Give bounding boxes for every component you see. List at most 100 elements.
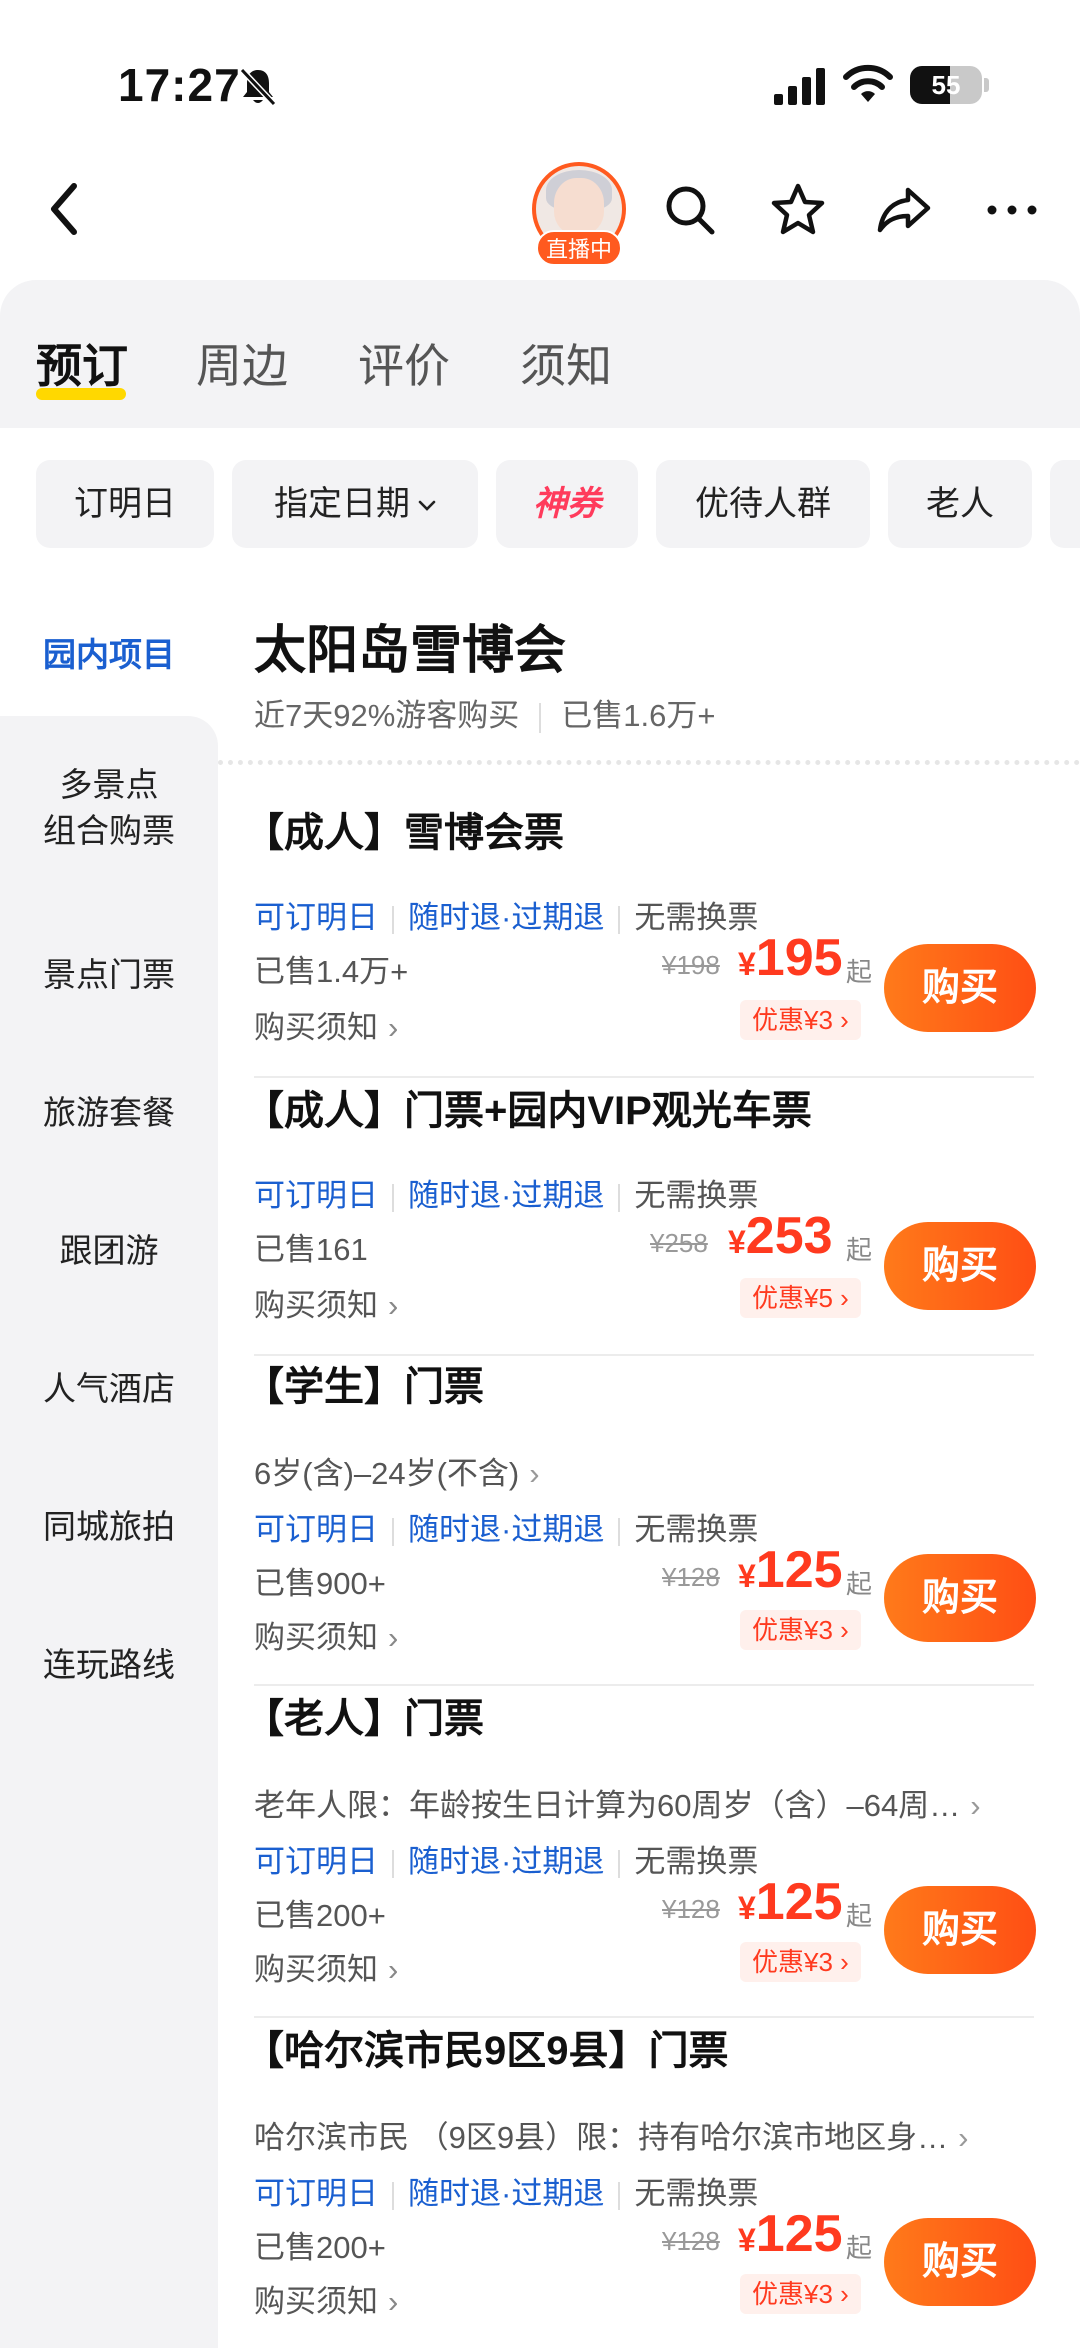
sidebar-item-routes[interactable]: 连玩路线 xyxy=(0,1642,218,1688)
main-content: 订明日 指定日期 神券 优待人群 老人 园内项目 多景点 组合购票 景点门票 旅… xyxy=(0,428,1080,2348)
purchase-notice-link[interactable]: 购买须知 › xyxy=(254,1002,398,1047)
live-badge: 直播中 xyxy=(536,230,622,266)
chevron-right-icon: › xyxy=(388,1952,399,1987)
sidebar-item-attraction-tickets[interactable]: 景点门票 xyxy=(0,952,218,998)
tag-bookable-tomorrow: 可订明日 xyxy=(254,1844,378,1879)
chevron-right-icon: › xyxy=(388,2284,399,2319)
sidebar-item-travel-packages[interactable]: 旅游套餐 xyxy=(0,1090,218,1136)
price-amount: 125 xyxy=(755,1541,843,1599)
product-card[interactable]: 【学生】门票 6岁(含)–24岁(不含) › 可订明日 随时退·过期退 无需换票 已售… xyxy=(244,1354,1036,1686)
discount-badge[interactable]: 优惠¥3 › xyxy=(740,1610,861,1650)
status-bar: 17:27 55 xyxy=(0,0,1080,150)
chevron-down-icon xyxy=(418,500,436,511)
product-title: 【学生】门票 xyxy=(244,1365,484,1409)
sidebar-item-combo-tickets[interactable]: 多景点 组合购票 xyxy=(0,762,218,854)
product-sold: 已售1.4万+ xyxy=(254,954,409,989)
product-eligibility[interactable]: 6岁(含)–24岁(不含) › xyxy=(254,1448,540,1493)
price-from-label: 起 xyxy=(846,1569,873,1599)
product-title: 【成人】门票+园内VIP观光车票 xyxy=(244,1089,812,1133)
battery-cap xyxy=(984,78,989,92)
current-price: ¥125 xyxy=(738,1540,843,1600)
chevron-right-icon: › xyxy=(970,1788,981,1823)
chevron-right-icon: › xyxy=(388,1288,399,1323)
tab-booking[interactable]: 预订 xyxy=(36,330,128,396)
chevron-right-icon: › xyxy=(958,2120,969,2155)
filter-chip-senior[interactable]: 老人 xyxy=(888,460,1032,548)
original-price: ¥198 xyxy=(662,950,720,980)
discount-badge[interactable]: 优惠¥3 › xyxy=(740,1000,861,1040)
purchase-notice-link[interactable]: 购买须知 › xyxy=(254,2276,398,2321)
tag-refund: 随时退·过期退 xyxy=(408,1844,605,1879)
search-icon[interactable] xyxy=(660,180,720,240)
product-title: 【成人】雪博会票 xyxy=(244,811,564,855)
tab-nearby[interactable]: 周边 xyxy=(196,330,288,396)
share-icon[interactable] xyxy=(874,180,934,240)
purchase-notice-link[interactable]: 购买须知 › xyxy=(254,1944,398,1989)
product-card[interactable]: 【哈尔滨市民9区9县】门票 哈尔滨市民 （9区9县）限：持有哈尔滨市地区身… › … xyxy=(244,2018,1036,2348)
tag-refund: 随时退·过期退 xyxy=(408,1512,605,1547)
total-sold: 已售1.6万+ xyxy=(561,698,716,733)
product-sold: 已售200+ xyxy=(254,1898,386,1933)
discount-badge[interactable]: 优惠¥3 › xyxy=(740,2274,861,2314)
product-eligibility[interactable]: 老年人限：年龄按生日计算为60周岁（含）–64周… › xyxy=(254,1780,981,1825)
price-amount: 125 xyxy=(755,1873,843,1931)
battery-level: 55 xyxy=(931,70,961,100)
product-sold: 已售900+ xyxy=(254,1566,386,1601)
purchase-notice-link[interactable]: 购买须知 › xyxy=(254,1280,398,1325)
currency-symbol: ¥ xyxy=(738,1890,756,1926)
tag-bookable-tomorrow: 可订明日 xyxy=(254,2176,378,2211)
category-sidebar: 园内项目 多景点 组合购票 景点门票 旅游套餐 跟团游 人气酒店 同城旅拍 连玩… xyxy=(0,588,218,2348)
current-price: ¥253 xyxy=(728,1206,833,1266)
product-eligibility[interactable]: 哈尔滨市民 （9区9县）限：持有哈尔滨市地区身… › xyxy=(254,2112,968,2157)
original-price: ¥258 xyxy=(650,1228,708,1258)
filter-chip-more[interactable] xyxy=(1050,460,1080,548)
discount-label: 优惠¥3 xyxy=(752,1947,833,1977)
back-icon[interactable] xyxy=(40,176,90,242)
discount-badge[interactable]: 优惠¥5 › xyxy=(740,1278,861,1318)
tag-refund: 随时退·过期退 xyxy=(408,2176,605,2211)
price-amount: 125 xyxy=(755,2205,843,2263)
sidebar-item-popular-hotels[interactable]: 人气酒店 xyxy=(0,1366,218,1412)
buy-button[interactable]: 购买 xyxy=(884,1554,1036,1642)
tab-reviews[interactable]: 评价 xyxy=(358,330,450,396)
product-tags: 可订明日 随时退·过期退 无需换票 xyxy=(254,892,758,937)
chevron-right-icon: › xyxy=(388,1620,399,1655)
buy-button[interactable]: 购买 xyxy=(884,1886,1036,1974)
sidebar-item-park-items[interactable]: 园内项目 xyxy=(0,632,218,678)
filter-chip-tomorrow[interactable]: 订明日 xyxy=(36,460,214,548)
tag-bookable-tomorrow: 可订明日 xyxy=(254,1512,378,1547)
sidebar-item-group-tours[interactable]: 跟团游 xyxy=(0,1228,218,1274)
product-tags: 可订明日 随时退·过期退 无需换票 xyxy=(254,1836,758,1881)
attraction-title: 太阳岛雪博会 xyxy=(254,622,567,680)
filter-chip-coupon[interactable]: 神券 xyxy=(496,460,638,548)
original-price: ¥128 xyxy=(662,1562,720,1592)
attraction-stats: 近7天92%游客购买 已售1.6万+ xyxy=(254,690,716,735)
discount-label: 优惠¥3 xyxy=(752,1005,833,1035)
signal-icon xyxy=(774,68,825,105)
filter-chip-special-group[interactable]: 优待人群 xyxy=(656,460,870,548)
product-card[interactable]: 【老人】门票 老年人限：年龄按生日计算为60周岁（含）–64周… › 可订明日 随时… xyxy=(244,1686,1036,2018)
eligibility-text: 哈尔滨市民 （9区9县）限：持有哈尔滨市地区身… xyxy=(254,2120,949,2155)
eligibility-text: 老年人限：年龄按生日计算为60周岁（含）–64周… xyxy=(254,1788,961,1823)
favorite-star-icon[interactable] xyxy=(768,180,828,240)
product-card[interactable]: 【成人】门票+园内VIP观光车票 可订明日 随时退·过期退 无需换票 已售161 购… xyxy=(244,1078,1036,1356)
price-from-label: 起 xyxy=(846,1901,873,1931)
wifi-icon xyxy=(843,64,893,102)
product-card[interactable]: 【成人】雪博会票 可订明日 随时退·过期退 无需换票 已售1.4万+ 购买须知 › ¥… xyxy=(244,800,1036,1078)
sidebar-item-photo-tours[interactable]: 同城旅拍 xyxy=(0,1504,218,1550)
product-title: 【老人】门票 xyxy=(244,1697,484,1741)
price-amount: 253 xyxy=(745,1207,833,1265)
buy-button[interactable]: 购买 xyxy=(884,1222,1036,1310)
discount-badge[interactable]: 优惠¥3 › xyxy=(740,1942,861,1982)
more-icon[interactable] xyxy=(982,180,1042,240)
buy-button[interactable]: 购买 xyxy=(884,944,1036,1032)
tab-notice[interactable]: 须知 xyxy=(520,330,612,396)
purchase-notice-link[interactable]: 购买须知 › xyxy=(254,1612,398,1657)
price-amount: 195 xyxy=(755,929,843,987)
product-tags: 可订明日 随时退·过期退 无需换票 xyxy=(254,1504,758,1549)
filter-label: 指定日期 xyxy=(274,485,410,523)
filter-chip-date-picker[interactable]: 指定日期 xyxy=(232,460,478,548)
buy-button[interactable]: 购买 xyxy=(884,2218,1036,2306)
tag-refund: 随时退·过期退 xyxy=(408,900,605,935)
price-from-label: 起 xyxy=(846,957,873,987)
